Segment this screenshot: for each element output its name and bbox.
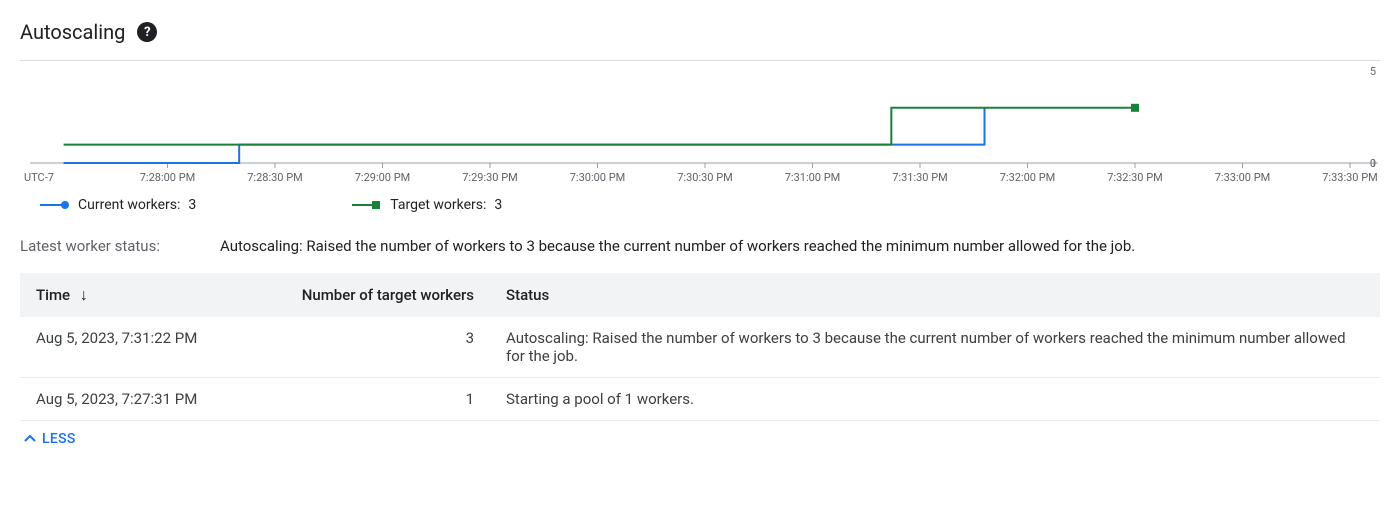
svg-text:7:32:30 PM: 7:32:30 PM [1107, 171, 1163, 184]
svg-text:0: 0 [1370, 157, 1376, 170]
autoscaling-chart: 7:28:00 PM 7:28:30 PM 7:29:00 PM 7:29:30 PM… [20, 60, 1380, 185]
svg-text:UTC-7: UTC-7 [24, 171, 54, 184]
events-table: Time ↓ Number of target workers Status A… [20, 273, 1380, 421]
legend-target-workers: Target workers: 3 [352, 197, 502, 213]
legend-target-value: 3 [494, 197, 502, 213]
cell-time: Aug 5, 2023, 7:31:22 PM [20, 317, 260, 378]
col-target-label: Number of target workers [302, 286, 474, 304]
svg-text:7:29:00 PM: 7:29:00 PM [355, 171, 411, 184]
svg-text:7:30:30 PM: 7:30:30 PM [677, 171, 733, 184]
col-target[interactable]: Number of target workers [260, 273, 490, 317]
svg-text:7:32:00 PM: 7:32:00 PM [1000, 171, 1056, 184]
sort-desc-icon: ↓ [80, 285, 88, 304]
table-row: Aug 5, 2023, 7:31:22 PM3Autoscaling: Rai… [20, 317, 1380, 378]
svg-text:7:28:00 PM: 7:28:00 PM [140, 171, 196, 184]
cell-status: Starting a pool of 1 workers. [490, 378, 1380, 421]
chevron-up-icon [24, 433, 36, 445]
legend-target-marker-icon [352, 199, 382, 211]
cell-target: 1 [260, 378, 490, 421]
svg-text:7:31:00 PM: 7:31:00 PM [785, 171, 841, 184]
legend-current-workers: Current workers: 3 [40, 197, 196, 213]
svg-text:7:33:30 PM: 7:33:30 PM [1322, 171, 1378, 184]
less-button[interactable]: LESS [20, 421, 80, 457]
col-status-label: Status [506, 286, 549, 304]
legend-current-label: Current workers: [78, 197, 180, 213]
svg-text:5: 5 [1370, 65, 1376, 78]
cell-status: Autoscaling: Raised the number of worker… [490, 317, 1380, 378]
cell-target: 3 [260, 317, 490, 378]
latest-status-label: Latest worker status: [20, 237, 200, 255]
help-icon[interactable]: ? [137, 22, 157, 42]
legend-current-value: 3 [188, 197, 196, 213]
col-status[interactable]: Status [490, 273, 1380, 317]
col-time-label: Time [36, 286, 70, 304]
svg-text:7:30:00 PM: 7:30:00 PM [570, 171, 626, 184]
legend-target-label: Target workers: [390, 197, 486, 213]
svg-text:7:33:00 PM: 7:33:00 PM [1215, 171, 1271, 184]
chart-legend: Current workers: 3 Target workers: 3 [20, 197, 1380, 213]
latest-status-text: Autoscaling: Raised the number of worker… [220, 237, 1135, 255]
svg-text:7:29:30 PM: 7:29:30 PM [462, 171, 518, 184]
svg-text:7:31:30 PM: 7:31:30 PM [892, 171, 948, 184]
cell-time: Aug 5, 2023, 7:27:31 PM [20, 378, 260, 421]
table-row: Aug 5, 2023, 7:27:31 PM1Starting a pool … [20, 378, 1380, 421]
legend-current-marker-icon [40, 199, 70, 211]
svg-text:7:28:30 PM: 7:28:30 PM [247, 171, 303, 184]
col-time[interactable]: Time ↓ [20, 273, 260, 317]
page-title: Autoscaling [20, 20, 125, 44]
less-button-label: LESS [42, 431, 76, 447]
